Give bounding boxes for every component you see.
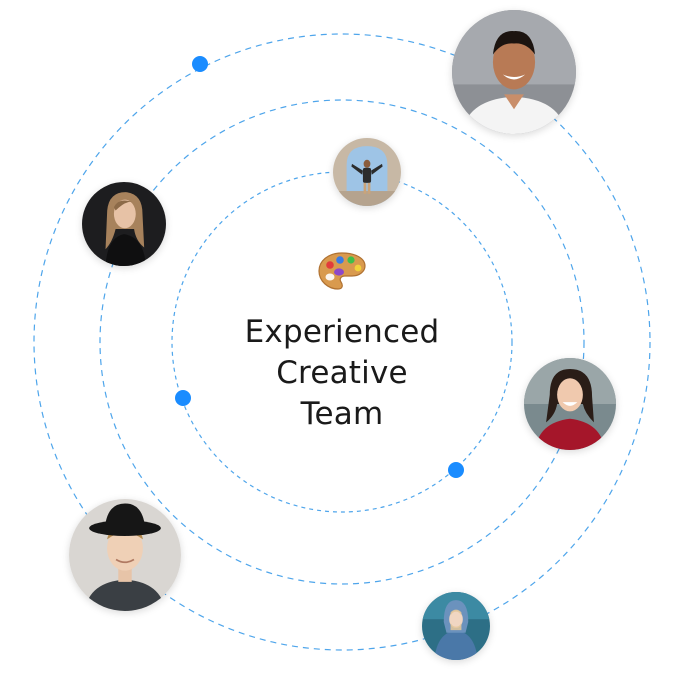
avatar-photo xyxy=(69,499,181,611)
avatar-photo xyxy=(452,10,576,134)
team-member-avatar xyxy=(333,138,401,206)
orbit-dot xyxy=(175,390,191,406)
avatar-photo xyxy=(524,358,616,450)
team-member-avatar xyxy=(452,10,576,134)
artist-palette-icon xyxy=(318,252,366,290)
headline: Experienced Creative Team xyxy=(192,312,492,435)
team-member-avatar xyxy=(69,499,181,611)
avatar-photo xyxy=(82,182,166,266)
headline-line-1: Experienced xyxy=(244,314,440,350)
orbit-dot xyxy=(448,462,464,478)
avatar-photo xyxy=(333,138,401,206)
headline-line-2: Creative xyxy=(276,355,408,391)
avatar-photo xyxy=(422,592,490,660)
orbit-dot xyxy=(192,56,208,72)
creative-team-orbit-graphic: Experienced Creative Team xyxy=(0,0,684,685)
center-content: Experienced Creative Team xyxy=(192,250,492,435)
headline-line-3: Team xyxy=(300,396,384,432)
team-member-avatar xyxy=(82,182,166,266)
team-member-avatar xyxy=(422,592,490,660)
team-member-avatar xyxy=(524,358,616,450)
